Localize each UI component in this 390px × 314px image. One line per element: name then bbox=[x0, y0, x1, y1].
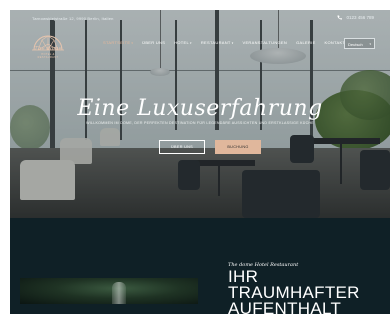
nav-item-galerie[interactable]: GALERIE bbox=[296, 40, 315, 45]
nav-item-hotel[interactable]: HOTEL ▾ bbox=[174, 40, 192, 45]
chevron-down-icon: ▾ bbox=[131, 40, 134, 45]
phone-contact[interactable]: 0123 456 789 bbox=[337, 15, 374, 20]
nav-item-ueber-uns[interactable]: ÜBER UNS bbox=[142, 40, 165, 45]
chevron-down-icon: ▾ bbox=[231, 40, 234, 45]
glass-image bbox=[112, 282, 126, 304]
hero-section: Tarnowskiejstraße 12, 9990 Berlin, Itali… bbox=[10, 10, 390, 218]
main-nav: STARTSEITE ▾ ÜBER UNS HOTEL ▾ RESTAURANT ▾ … bbox=[103, 40, 345, 45]
about-us-button[interactable]: ÜBER UNS bbox=[159, 140, 205, 154]
chevron-down-icon: ▾ bbox=[369, 42, 371, 46]
booking-button[interactable]: BUCHUNG bbox=[215, 140, 261, 154]
language-select[interactable]: Deutsch ▾ bbox=[344, 38, 375, 49]
hero-subtitle: WILLKOMMEN IM DOME, DER PERFEKTEN DESTIN… bbox=[86, 121, 314, 125]
nav-item-restaurant[interactable]: RESTAURANT ▾ bbox=[201, 40, 234, 45]
nav-item-startseite[interactable]: STARTSEITE ▾ bbox=[103, 40, 133, 45]
section-heading: IHR TRAUMHAFTER AUFENTHALT bbox=[228, 267, 390, 314]
logo-tagline: HOTEL & RESTAURANT bbox=[37, 53, 59, 59]
logo-name: The dome bbox=[34, 46, 62, 52]
section-heading-line1: IHR TRAUMHAFTER bbox=[228, 267, 360, 302]
chevron-down-icon: ▾ bbox=[190, 40, 192, 45]
nav-item-kontakt[interactable]: KONTAKT bbox=[325, 40, 346, 45]
section-heading-line2: AUFENTHALT bbox=[228, 299, 342, 314]
phone-icon bbox=[337, 15, 343, 20]
nav-item-veranstaltungen[interactable]: VERANSTALTUNGEN bbox=[243, 40, 288, 45]
hero-title: Eine Luxuserfahrung bbox=[77, 96, 323, 121]
address-text: Tarnowskiejstraße 12, 9990 Berlin, Itali… bbox=[32, 16, 114, 21]
restaurant-photo bbox=[20, 278, 198, 304]
top-bar: Tarnowskiejstraße 12, 9990 Berlin, Itali… bbox=[10, 10, 390, 28]
phone-number: 0123 456 789 bbox=[346, 15, 374, 20]
language-value: Deutsch bbox=[348, 42, 363, 47]
